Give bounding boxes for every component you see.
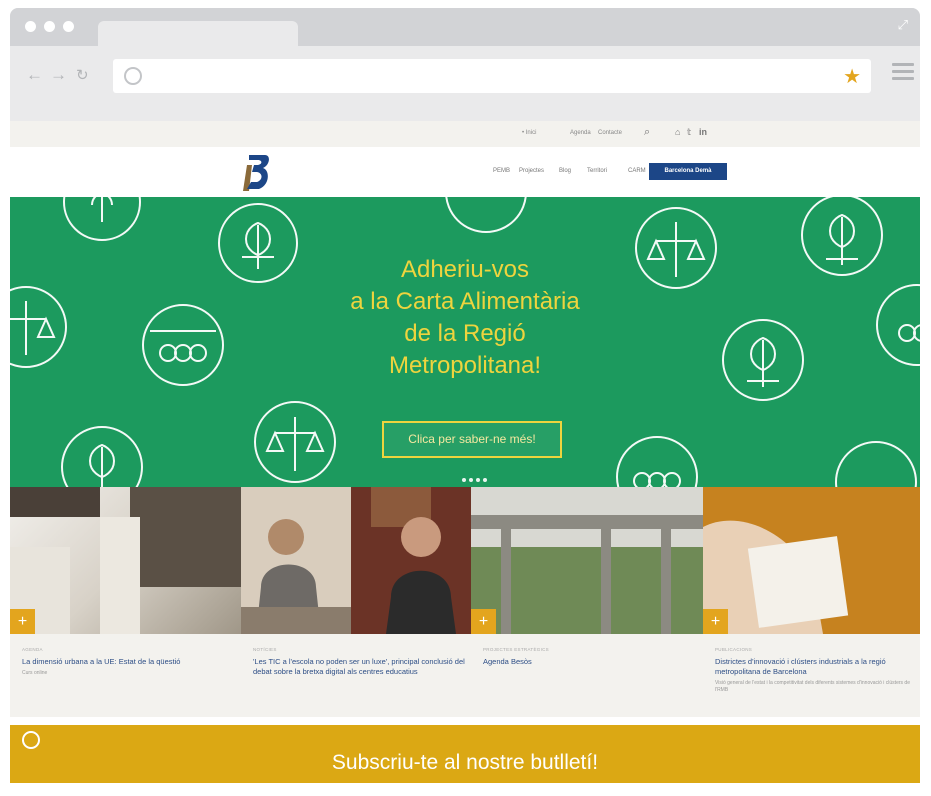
window-dot-icon[interactable] [63, 21, 74, 32]
people-icon [876, 284, 920, 366]
carousel-dot[interactable] [483, 478, 487, 482]
webpage: • Inici Agenda Contacte ⌕ ⌂ 𝕥 in PEMB Pr… [10, 121, 920, 796]
card-subtitle: Curs online [22, 670, 48, 676]
carousel-dot[interactable] [462, 478, 466, 482]
barcelona-dema-button[interactable]: Barcelona Demà [649, 163, 727, 180]
browser-tab[interactable] [98, 21, 298, 47]
news-card[interactable]: Projectes estratègics Agenda Besòs [483, 634, 698, 667]
card-subtitle: Visió general de l'estat i la competitiv… [715, 680, 910, 693]
search-icon[interactable]: ⌕ [644, 126, 650, 139]
carousel-dot[interactable] [469, 478, 473, 482]
nav-item-pemb[interactable]: PEMB [493, 168, 510, 174]
card-title[interactable]: 'Les TIC a l'escola no poden ser un luxe… [253, 657, 468, 677]
nav-item-blog[interactable]: Blog [559, 168, 571, 174]
plus-icon[interactable]: + [471, 609, 496, 634]
twitter-icon[interactable]: 𝕥 [687, 127, 691, 138]
nav-item-territori[interactable]: Territori [587, 168, 607, 174]
subscribe-label[interactable]: Subscriu-te al nostre butlletí! [332, 751, 598, 774]
utility-contact-link[interactable]: Contacte [598, 130, 622, 136]
card-title[interactable]: La dimensió urbana a la UE: Estat de la … [22, 657, 232, 667]
linkedin-icon[interactable]: in [699, 127, 707, 137]
utility-agenda-link[interactable]: Agenda [570, 130, 591, 136]
architecture-photo[interactable]: + [10, 487, 241, 634]
rss-icon[interactable]: ⌂ [675, 127, 680, 137]
expand-icon[interactable]: ⤢ [898, 17, 908, 33]
title-bar: ⤢ [10, 8, 920, 47]
site-header: PEMB Projectes Blog Territori CARM Barce… [10, 147, 920, 197]
card-kicker: Agenda [22, 647, 43, 652]
people-icon [616, 436, 698, 487]
arrow-right-icon[interactable]: → [50, 65, 67, 85]
plant-icon [445, 197, 527, 233]
plus-icon[interactable]: + [703, 609, 728, 634]
news-cards: Agenda La dimensió urbana a la UE: Estat… [10, 634, 920, 717]
bookmark-star-icon[interactable]: ★ [843, 64, 861, 89]
hero-cta-button[interactable]: Clica per saber-ne més! [382, 421, 562, 458]
carousel-dot[interactable] [476, 478, 480, 482]
window-dot-icon[interactable] [25, 21, 36, 32]
plant-icon [835, 441, 917, 487]
photo-strip: + + + [10, 487, 920, 634]
browser-toolbar: ← → ↻ ★ [10, 46, 920, 104]
hero-banner[interactable]: Adheriu-vos a la Carta Alimentària de la… [10, 197, 920, 487]
address-bar[interactable]: ★ [113, 59, 871, 93]
hero-title-line: Metropolitana! [388, 352, 542, 379]
reload-icon[interactable]: ↻ [76, 66, 89, 84]
scale-icon [10, 286, 67, 368]
news-card[interactable]: Publicacions Districtes d'innovació i cl… [715, 634, 915, 694]
hero-title-line: a la Carta Alimentària [350, 288, 580, 315]
menu-icon[interactable] [892, 63, 914, 84]
news-card[interactable]: Agenda La dimensió urbana a la UE: Estat… [22, 634, 232, 677]
window-dot-icon[interactable] [44, 21, 55, 32]
card-kicker: Projectes estratègics [483, 647, 549, 652]
bridge-photo[interactable]: + [471, 487, 703, 634]
arrow-left-icon[interactable]: ← [26, 65, 43, 85]
video-call-photo-2[interactable] [351, 487, 471, 634]
carousel-dots [462, 469, 490, 487]
card-title[interactable]: Districtes d'innovació i clústers indust… [715, 657, 915, 677]
video-call-photo-1[interactable] [241, 487, 351, 634]
card-kicker: Publicacions [715, 647, 753, 652]
plus-icon[interactable]: + [10, 609, 35, 634]
browser-window: ⤢ ← → ↻ ★ • Inici Agenda Contacte ⌕ ⌂ 𝕥 … [10, 8, 920, 796]
globe-icon [124, 67, 142, 85]
mail-icon [22, 731, 40, 749]
hand-papers-photo[interactable]: + [703, 487, 920, 634]
site-logo[interactable] [237, 151, 271, 193]
nav-item-carm[interactable]: CARM [628, 168, 646, 174]
nav-item-projectes[interactable]: Projectes [519, 168, 544, 174]
utility-home-link[interactable]: • Inici [522, 130, 536, 136]
card-kicker: Notícies [253, 647, 277, 652]
subscribe-banner[interactable]: Subscriu-te al nostre butlletí! [10, 725, 920, 783]
card-title[interactable]: Agenda Besòs [483, 657, 698, 667]
news-card[interactable]: Notícies 'Les TIC a l'escola no poden se… [253, 634, 468, 677]
hero-title-line: de la Regió [404, 320, 526, 347]
hero-title-line: Adheriu-vos [400, 256, 530, 283]
utility-bar: • Inici Agenda Contacte ⌕ ⌂ 𝕥 in [10, 121, 920, 147]
